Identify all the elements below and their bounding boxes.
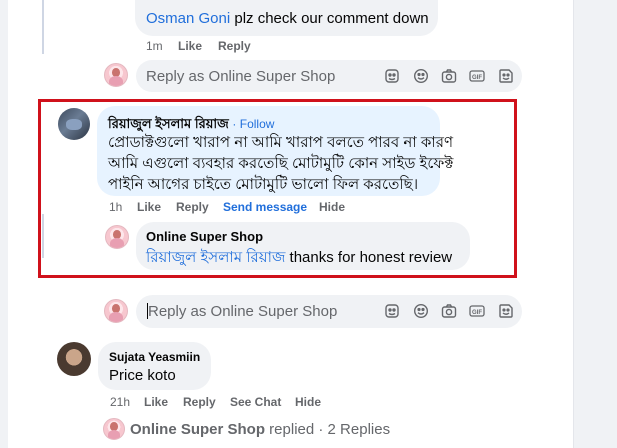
emoji-icon[interactable] [413,68,429,84]
sticker-icon[interactable] [498,303,514,319]
comment-body: plz check our comment down [230,10,429,27]
reply-placeholder: Reply as Online Super Shop [148,303,338,320]
gif-icon[interactable]: GIF [469,303,485,319]
timestamp: 21h [110,395,131,409]
reply-placeholder: Reply as Online Super Shop [146,68,336,85]
replied-author: Online Super Shop [130,421,266,438]
highlight-box [38,99,517,278]
comment-text-osman: Osman Goni plz check our comment down [146,10,429,27]
svg-text:GIF: GIF [472,75,482,81]
timestamp: 1m [146,39,163,53]
replied-count: replied · 2 Replies [265,421,391,438]
sticker-icon[interactable] [498,68,514,84]
comment-author-sujata[interactable]: Sujata Yeasmiin [109,350,200,364]
camera-icon[interactable] [441,68,457,84]
like-button[interactable]: Like [144,395,168,409]
comment-text-sujata: Price koto [109,367,176,384]
right-scroll-gutter [573,0,617,448]
sticker-avatar-icon[interactable] [384,303,400,319]
view-replies-link[interactable]: Online Super Shop replied · 2 Replies [130,421,390,438]
comment-actions-osman: 1m Like Reply [146,39,346,53]
emoji-icon[interactable] [413,303,429,319]
reply-button[interactable]: Reply [183,395,216,409]
camera-icon[interactable] [441,303,457,319]
thread-line [42,0,44,54]
avatar [104,299,128,323]
comment-actions-sujata: 21h Like Reply See Chat Hide [110,395,340,409]
like-button[interactable]: Like [178,39,202,53]
left-gutter [0,0,8,448]
hide-button[interactable]: Hide [295,395,321,409]
see-chat-button[interactable]: See Chat [230,395,281,409]
avatar [57,342,91,376]
gif-icon[interactable]: GIF [469,68,485,84]
avatar [103,418,125,440]
reply-button[interactable]: Reply [218,39,251,53]
svg-text:GIF: GIF [472,310,482,316]
mention-osman-goni[interactable]: Osman Goni [146,10,230,27]
avatar [104,63,128,87]
sticker-avatar-icon[interactable] [384,68,400,84]
